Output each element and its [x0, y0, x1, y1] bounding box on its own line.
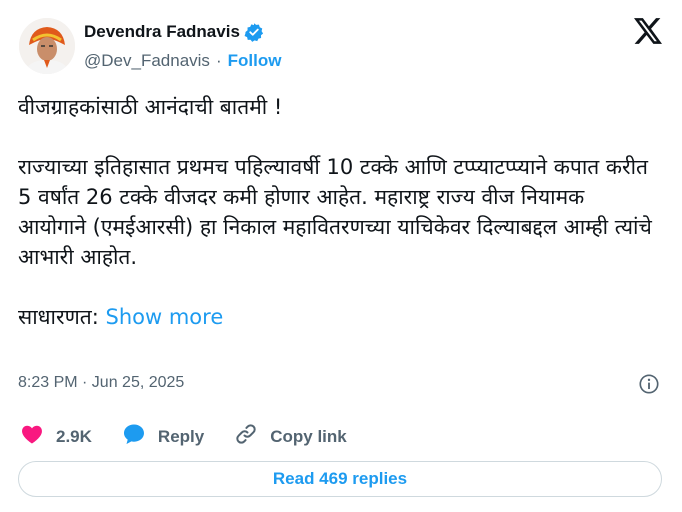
- action-bar: 2.9K Reply Copy link: [20, 422, 377, 451]
- tweet-line-1: वीजग्राहकांसाठी आनंदाची बातमी !: [18, 95, 283, 119]
- author-name-row[interactable]: Devendra Fadnavis: [84, 22, 264, 42]
- read-replies-button[interactable]: Read 469 replies: [18, 461, 662, 497]
- copy-link-button[interactable]: Copy link: [234, 422, 347, 451]
- tweet-card: Devendra Fadnavis @Dev_Fadnavis · Follow…: [0, 0, 682, 512]
- reply-button[interactable]: Reply: [122, 422, 204, 451]
- info-icon[interactable]: [638, 373, 660, 395]
- author-name[interactable]: Devendra Fadnavis: [84, 22, 240, 42]
- copy-link-label: Copy link: [270, 426, 347, 446]
- handle-row: @Dev_Fadnavis · Follow: [84, 51, 281, 71]
- avatar[interactable]: [19, 18, 75, 74]
- tweet-paragraph-2: राज्याच्या इतिहासात प्रथमच पहिल्यावर्षी …: [18, 155, 652, 269]
- follow-button[interactable]: Follow: [228, 51, 282, 71]
- handle-separator: ·: [215, 51, 222, 70]
- author-handle[interactable]: @Dev_Fadnavis: [84, 51, 210, 71]
- tweet-truncated-text: साधारणत:: [18, 305, 99, 329]
- show-more-link[interactable]: Show more: [106, 305, 224, 329]
- reply-bubble-icon: [122, 422, 146, 451]
- x-logo-icon[interactable]: [634, 18, 662, 44]
- tweet-paragraph-3: साधारणत: Show more: [18, 302, 658, 332]
- like-count: 2.9K: [56, 426, 92, 446]
- tweet-timestamp[interactable]: 8:23 PM · Jun 25, 2025: [18, 374, 184, 392]
- tweet-text: वीजग्राहकांसाठी आनंदाची बातमी ! राज्याच्…: [18, 92, 658, 332]
- link-icon: [234, 422, 258, 451]
- verified-badge-icon: [244, 22, 264, 42]
- reply-label: Reply: [157, 426, 205, 446]
- heart-icon: [20, 422, 44, 451]
- like-button[interactable]: 2.9K: [20, 422, 92, 451]
